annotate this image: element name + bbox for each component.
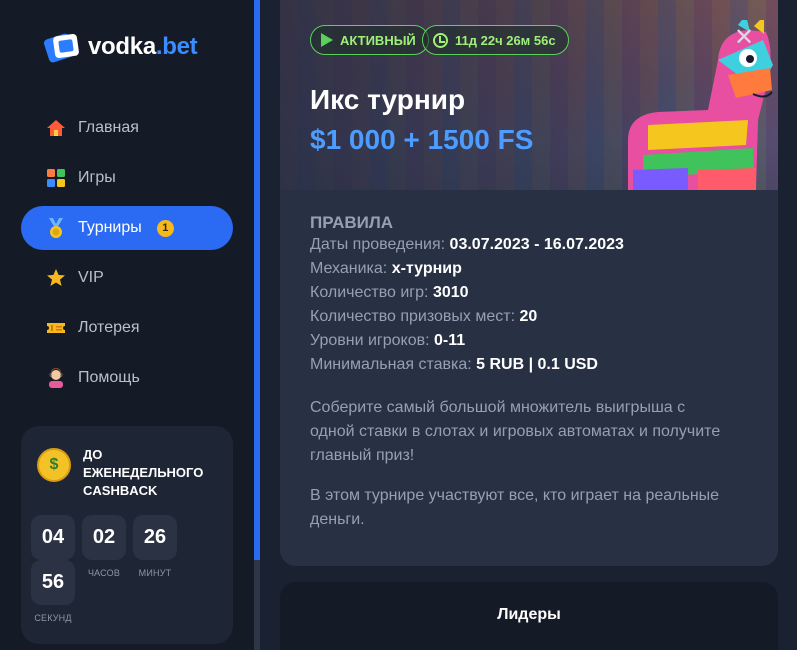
nav-item-lottery[interactable]: Лотерея [21,306,233,350]
rule-value: 5 RUB | 0.1 USD [476,356,598,373]
nav-item-help[interactable]: Помощь [21,356,233,400]
timer-value: 56 [31,560,75,605]
timer-value: 26 [133,515,177,560]
timer-hours: 02 часов [82,515,126,578]
timer-label: секунд [34,613,72,623]
nav-item-home[interactable]: Главная [21,106,233,150]
rules-heading: ПРАВИЛА [310,213,394,232]
rule-value: 3010 [432,284,469,301]
rule-label: Количество игр: [310,284,433,301]
nav-label: Главная [78,119,139,136]
clock-icon [433,32,448,48]
nav-item-games[interactable]: Игры [21,156,233,200]
tournament-banner: АКТИВНЫЙ 11д 22ч 26м 56с ✕ Икс турнир $1… [280,0,778,190]
time-left-text: 11д 22ч 26м 56с [455,32,556,48]
sidebar: vodka.bet Главная Игры Турниры 1 VIP Лот… [0,0,254,650]
leaders-panel: Лидеры [280,582,778,650]
card-logo-icon [43,30,82,64]
rule-value: 03.07.2023 - 16.07.2023 [449,236,624,253]
timer-days: 04 [31,515,75,560]
nav-label: Турниры [78,219,142,236]
rule-value: 0-11 [434,332,466,349]
rule-value: 20 [519,308,538,325]
leaders-heading: Лидеры [497,606,561,623]
timer-value: 04 [31,515,75,560]
nav-label: Игры [78,169,116,186]
scrollbar-thumb[interactable] [254,0,260,560]
rule-value: х-турнир [391,260,462,277]
timer-label: минут [138,568,172,578]
rule-label: Минимальная ставка: [310,356,477,373]
rule-min-bet: Минимальная ставка: 5 RUB | 0.1 USD [310,356,598,374]
rules-panel: ПРАВИЛА Даты проведения: 03.07.2023 - 16… [280,190,778,566]
cashback-header: $ До еженедельного cashback [37,446,223,500]
status-text: АКТИВНЫЙ [340,32,416,48]
rule-label: Уровни игроков: [310,332,434,349]
close-icon[interactable]: ✕ [732,26,756,50]
timer-seconds: 56 секунд [31,560,75,623]
main-nav: Главная Игры Турниры 1 VIP Лотерея Помощ… [21,106,233,406]
rules-description: Соберите самый большой множитель выигрыш… [310,399,721,464]
play-icon [321,33,333,47]
rule-mechanics: Механика: х-турнир [310,260,462,278]
nav-label: VIP [78,269,104,286]
tournament-title: Икс турнир [310,84,466,115]
rules-participation: В этом турнире участвуют все, кто играет… [310,487,720,528]
money-face-icon: $ [37,448,71,482]
rule-label: Механика: [310,260,392,277]
rule-label: Даты проведения: [310,236,450,253]
rule-prize-places: Количество призовых мест: 20 [310,308,537,326]
star-icon [45,267,67,289]
medal-icon [45,217,67,239]
status-badge: АКТИВНЫЙ [310,25,429,55]
games-grid-icon [45,167,67,189]
rule-games-count: Количество игр: 3010 [310,284,469,302]
rule-dates: Даты проведения: 03.07.2023 - 16.07.2023 [310,236,624,254]
rule-label: Количество призовых мест: [310,308,520,325]
home-icon [45,117,67,139]
nav-item-tournaments[interactable]: Турниры 1 [21,206,233,250]
brand-name: vodka.bet [88,33,198,60]
tournament-prize: $1 000 + 1500 FS [310,124,534,155]
nav-label: Лотерея [78,319,140,336]
notification-badge: 1 [156,219,174,237]
nav-label: Помощь [78,369,140,386]
nav-item-vip[interactable]: VIP [21,256,233,300]
time-left-badge: 11д 22ч 26м 56с [422,25,569,55]
timer-value: 02 [82,515,126,560]
support-agent-icon [45,367,67,389]
ticket-icon [45,317,67,339]
cashback-countdown-card: $ До еженедельного cashback 04 02 часов … [21,426,233,644]
timer-minutes: 26 минут [133,515,177,578]
rule-player-levels: Уровни игроков: 0-11 [310,332,465,350]
cashback-title: До еженедельного cashback [83,447,204,498]
brand-logo[interactable]: vodka.bet [43,30,198,64]
timer-label: часов [87,568,121,578]
